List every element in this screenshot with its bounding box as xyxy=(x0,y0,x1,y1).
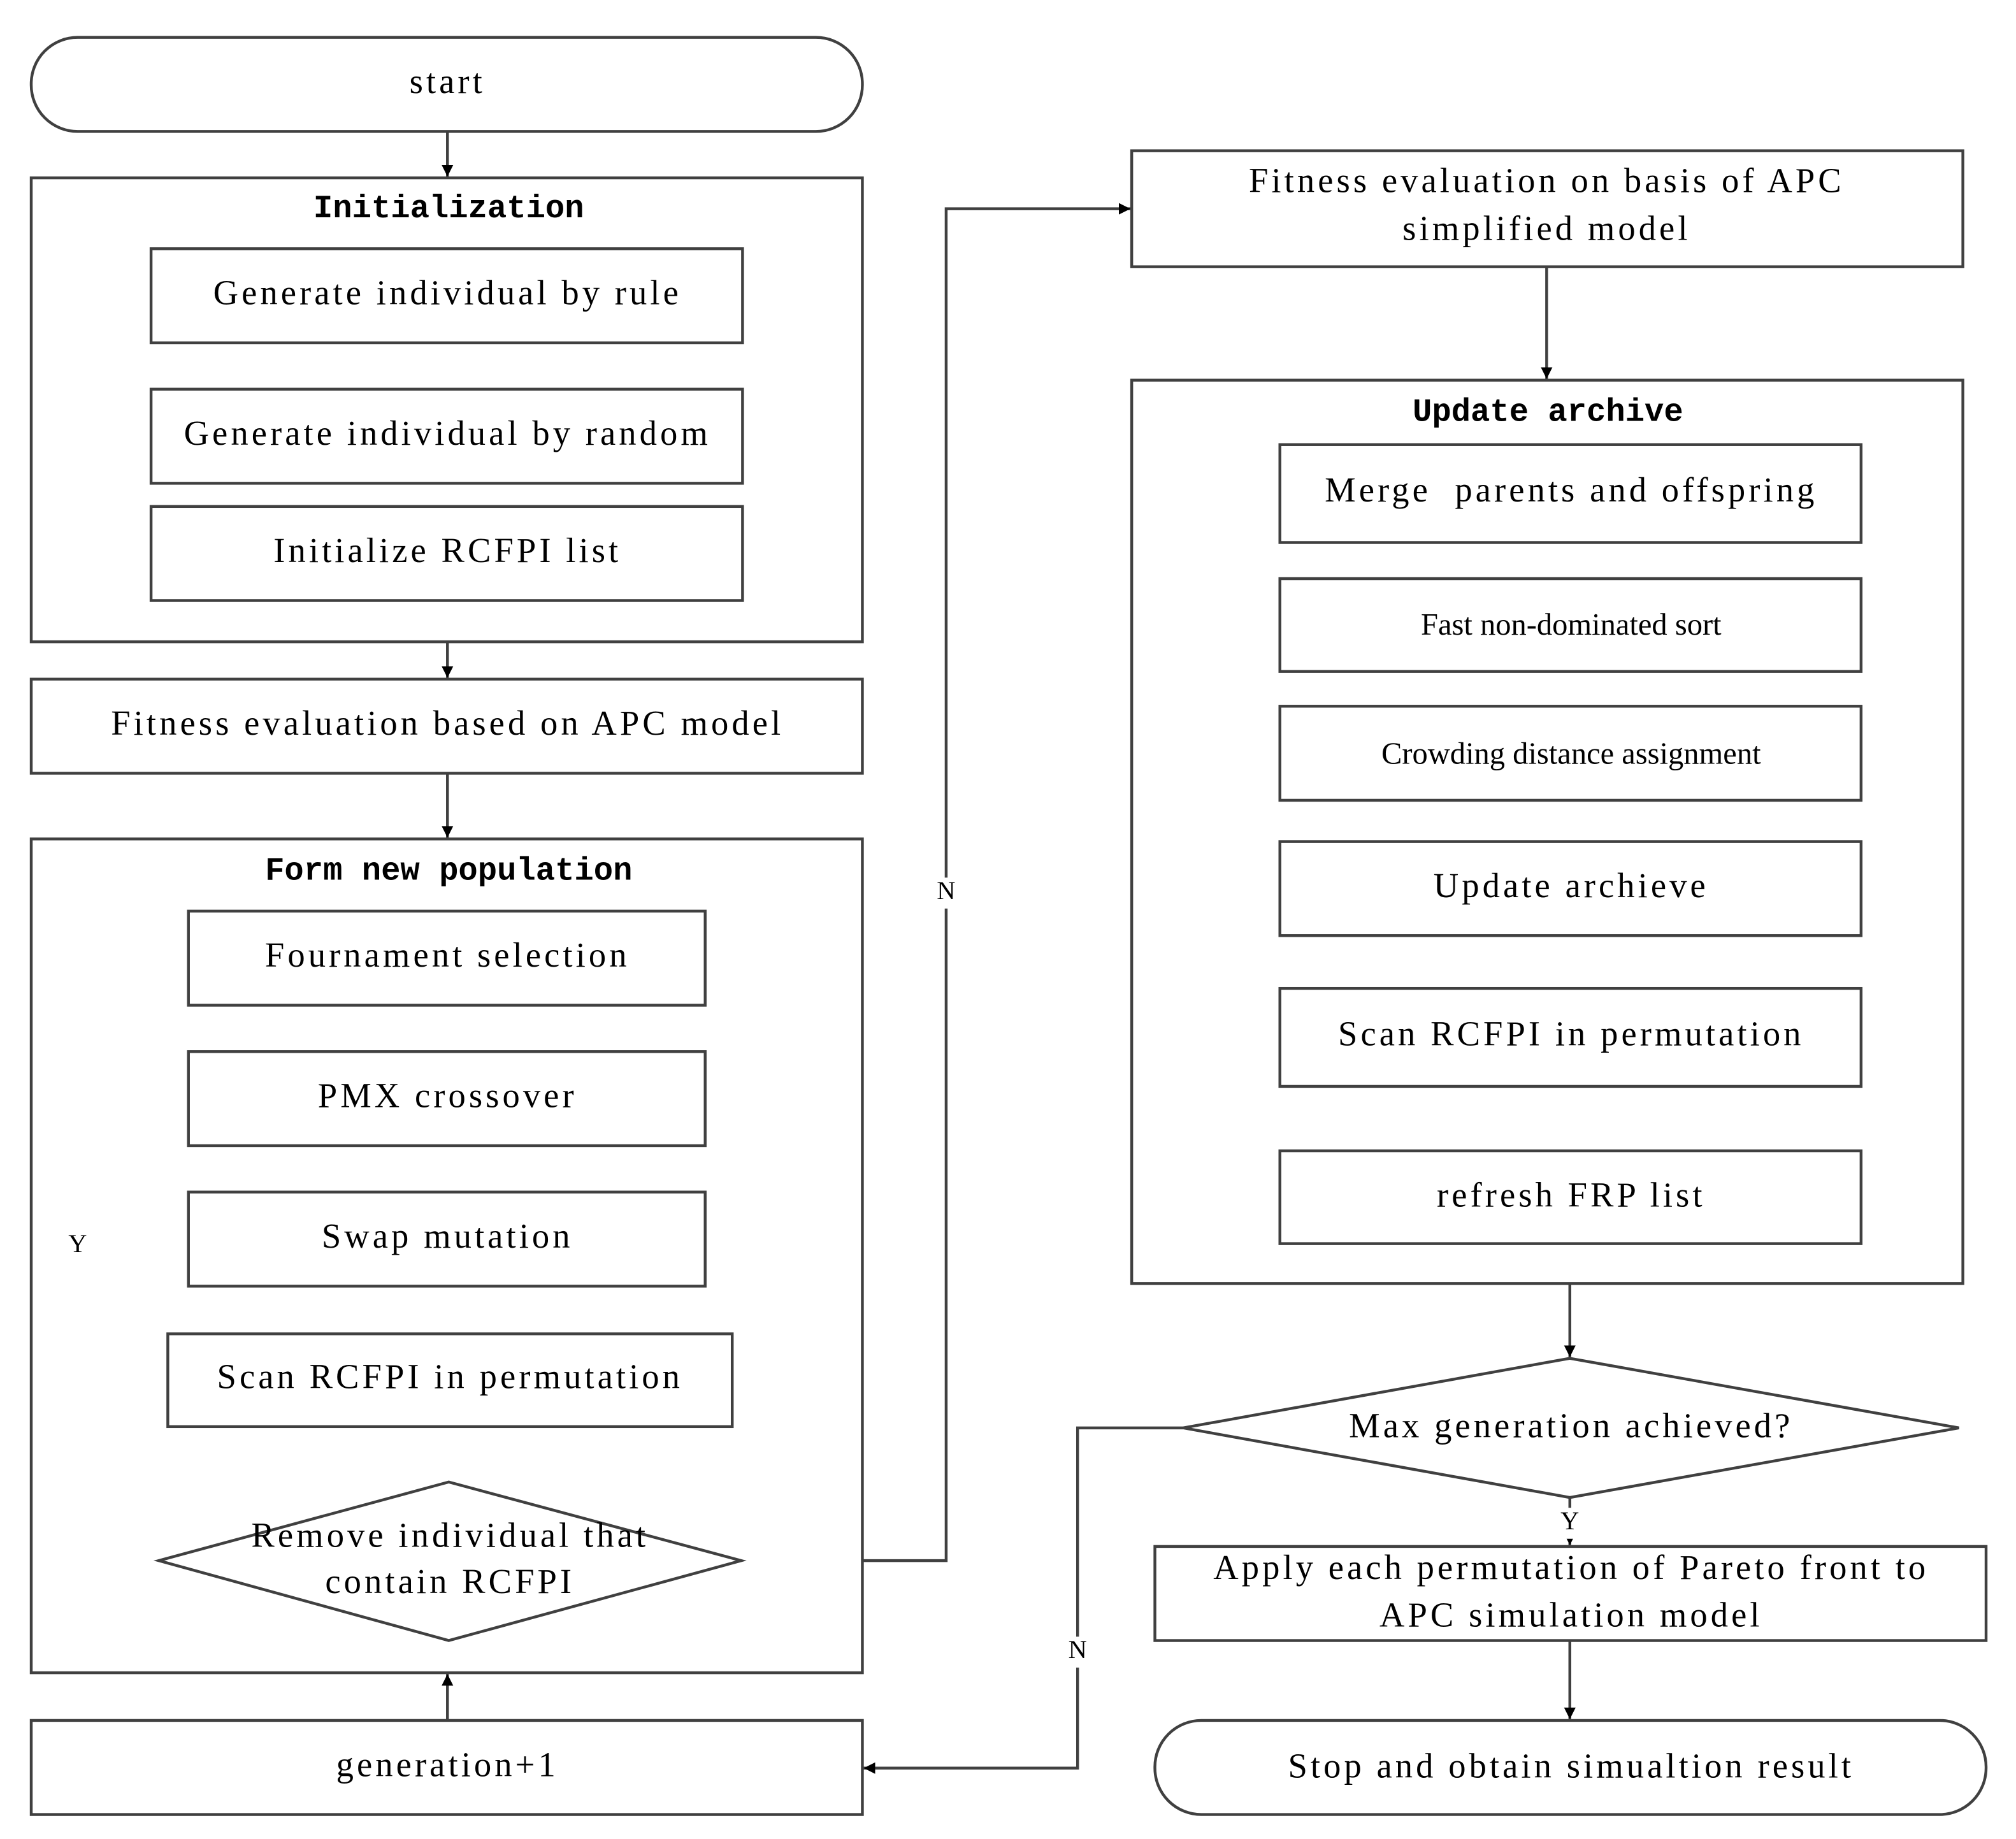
form-population-title: Form new population xyxy=(265,854,632,890)
label-yes-loop: Y xyxy=(68,1229,87,1258)
step-label: Update archieve xyxy=(1434,866,1709,905)
generation-node: generation+1 xyxy=(29,1719,864,1816)
start-label: start xyxy=(410,62,486,101)
fitness-apc-node: Fitness evaluation based on APC model xyxy=(29,677,864,775)
arrow-no-generation xyxy=(863,1426,1184,1774)
step-label: Scan RCFPI in permutation xyxy=(217,1357,683,1396)
step-label: Fournament selection xyxy=(265,935,630,974)
start-node: start xyxy=(29,36,864,133)
label-yes-apply: Y xyxy=(1560,1506,1579,1535)
max-generation-decision: Max generation achieved? xyxy=(1183,1357,1959,1499)
fitness-simplified-node: Fitness evaluation on basis of APC simpl… xyxy=(1130,149,1964,268)
step-label: Generate individual by random xyxy=(184,414,711,452)
apply-label: Apply each permutation of Pareto front t… xyxy=(1213,1548,1929,1587)
step-label: Generate individual by rule xyxy=(213,273,682,312)
stop-node: Stop and obtain simualtion result xyxy=(1153,1719,1988,1816)
step-label: Crowding distance assignment xyxy=(1381,737,1761,770)
generation-label: generation+1 xyxy=(336,1745,559,1784)
update-archive-group: Update archive Merge parents and offspri… xyxy=(1130,379,1964,1285)
update-archive-title: Update archive xyxy=(1413,395,1683,431)
label-no-fitness: N xyxy=(937,876,955,905)
apply-node: Apply each permutation of Pareto front t… xyxy=(1153,1545,1988,1642)
step-label: refresh FRP list xyxy=(1437,1175,1706,1214)
decision-label: contain RCFPI xyxy=(325,1562,575,1601)
initialization-group: Initialization Generate individual by ru… xyxy=(29,176,864,644)
stop-label: Stop and obtain simualtion result xyxy=(1288,1746,1854,1785)
decision-label: Remove individual that xyxy=(251,1515,649,1554)
step-label: Swap mutation xyxy=(322,1216,573,1255)
form-population-group: Form new population Fournament selection… xyxy=(29,837,864,1675)
flowchart: start Initialization Generate individual… xyxy=(29,36,1988,1816)
fitness-apc-label: Fitness evaluation based on APC model xyxy=(111,703,784,742)
step-label: Fast non-dominated sort xyxy=(1421,608,1722,642)
step-label: PMX crossover xyxy=(318,1076,577,1115)
step-label: Scan RCFPI in permutation xyxy=(1338,1014,1804,1053)
step-label: Initialize RCFPI list xyxy=(273,531,621,570)
fitness-simplified-label: simplified model xyxy=(1402,209,1690,248)
fitness-simplified-label: Fitness evaluation on basis of APC xyxy=(1249,161,1845,200)
apply-label: APC simulation model xyxy=(1379,1596,1763,1634)
label-no-generation: N xyxy=(1069,1635,1087,1664)
step-label: Merge parents and offspring xyxy=(1325,470,1817,509)
max-decision-label: Max generation achieved? xyxy=(1349,1406,1793,1445)
initialization-title: Initialization xyxy=(313,191,584,227)
